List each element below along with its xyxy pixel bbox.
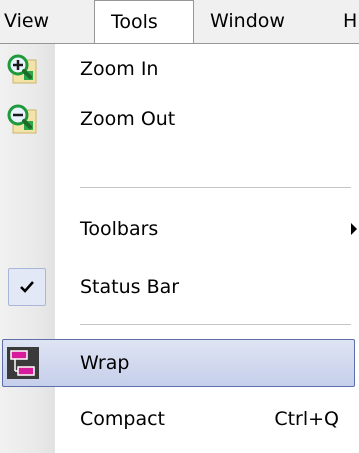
menu-item-toolbars[interactable]: Toolbars (0, 204, 359, 254)
menu-item-label: Zoom In (80, 58, 159, 80)
menu-separator (80, 187, 351, 191)
menu-bar: View Tools Window H (0, 0, 359, 44)
menu-item-label: Status Bar (80, 276, 180, 298)
menu-item-highlight (2, 339, 355, 387)
menu-item-status-bar[interactable]: Status Bar (0, 262, 359, 312)
menu-item-shortcut: Ctrl+Q (274, 408, 339, 430)
menubar-help[interactable]: H (343, 0, 357, 44)
menu-item-compact[interactable]: Compact Ctrl+Q (0, 394, 359, 444)
view-dropdown-menu: Zoom In Zoom Out Toolbars Status Bar Wra… (0, 43, 359, 453)
menubar-view[interactable]: View (4, 0, 49, 44)
zoom-in-icon (6, 53, 38, 85)
menu-separator (80, 324, 351, 328)
checkmark-icon (8, 268, 46, 306)
menubar-tools[interactable]: Tools (94, 0, 194, 44)
menubar-tools-label: Tools (111, 11, 158, 33)
zoom-out-icon (6, 103, 38, 135)
menu-item-zoom-out[interactable]: Zoom Out (0, 94, 359, 144)
menubar-window[interactable]: Window (210, 0, 285, 44)
submenu-arrow-icon (351, 223, 357, 235)
menu-item-zoom-in[interactable]: Zoom In (0, 44, 359, 94)
menu-item-label: Toolbars (80, 218, 159, 240)
menu-item-wrap[interactable]: Wrap (0, 338, 359, 388)
wrap-icon (6, 346, 39, 379)
menu-item-label: Zoom Out (80, 108, 176, 130)
menu-item-label: Wrap (80, 352, 130, 374)
menu-item-label: Compact (80, 408, 165, 430)
